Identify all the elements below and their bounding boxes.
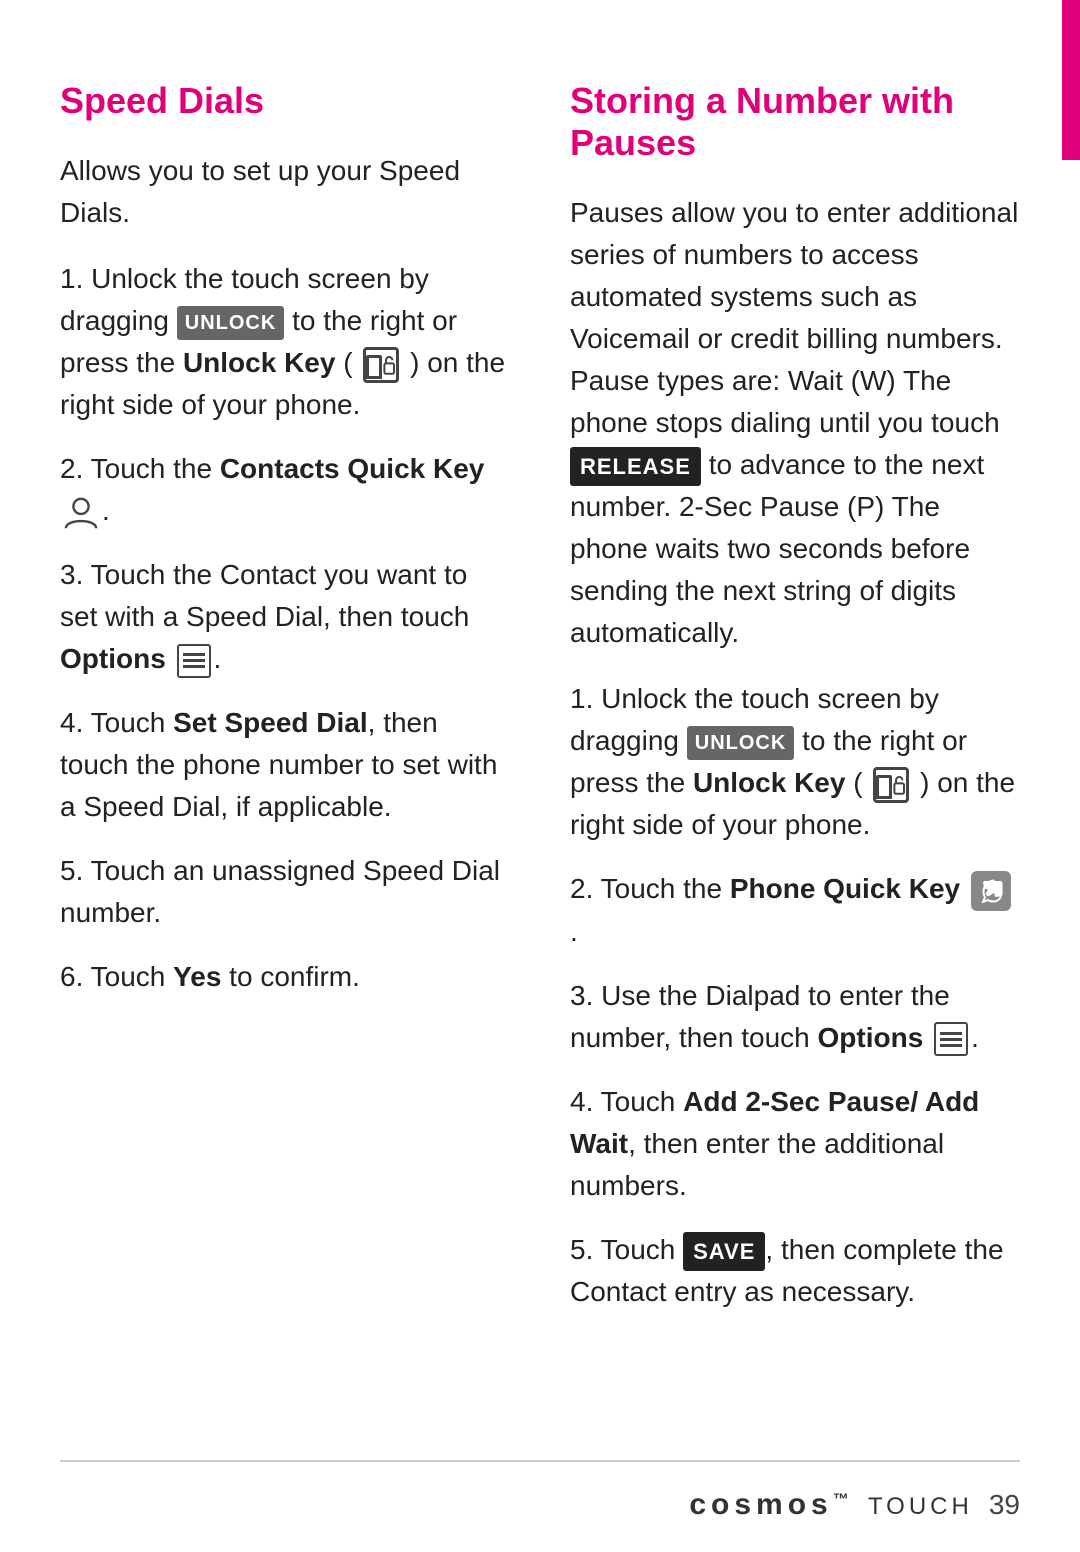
options-icon-2 <box>934 1022 968 1056</box>
save-badge: SAVE <box>683 1232 765 1271</box>
list-item: 4. Touch Set Speed Dial, then touch the … <box>60 702 510 828</box>
brand-text: cosmos™ TOUCH <box>689 1488 973 1522</box>
speed-dials-intro: Allows you to set up your Speed Dials. <box>60 150 510 234</box>
left-column: Speed Dials Allows you to set up your Sp… <box>60 80 510 1335</box>
list-item: 6. Touch Yes to confirm. <box>60 956 510 998</box>
step-number: 3. Use the Dialpad to enter the number, … <box>570 980 979 1053</box>
list-item: 5. Touch an unassigned Speed Dial number… <box>60 850 510 934</box>
list-item: 5. Touch SAVE, then complete the Contact… <box>570 1229 1020 1313</box>
phone-quick-key-icon <box>971 871 1011 911</box>
trade-mark: ™ <box>833 1491 852 1508</box>
storing-intro: Pauses allow you to enter additional ser… <box>570 192 1020 654</box>
list-item: 4. Touch Add 2-Sec Pause/ Add Wait, then… <box>570 1081 1020 1207</box>
product-name: TOUCH <box>858 1493 973 1520</box>
storing-list: 1. Unlock the touch screen by dragging U… <box>570 678 1020 1313</box>
contacts-icon <box>62 494 100 532</box>
list-item: 2. Touch the Phone Quick Key . <box>570 868 1020 953</box>
list-item: 2. Touch the Contacts Quick Key . <box>60 448 510 532</box>
step-number: 5. Touch an unassigned Speed Dial number… <box>60 855 500 928</box>
step-number: 1. Unlock the touch screen by dragging U… <box>570 683 1015 840</box>
list-item: 1. Unlock the touch screen by dragging U… <box>60 258 510 426</box>
list-item: 1. Unlock the touch screen by dragging U… <box>570 678 1020 846</box>
bottom-divider <box>60 1460 1020 1462</box>
release-badge: RELEASE <box>570 447 701 486</box>
right-column: Storing a Number with Pauses Pauses allo… <box>570 80 1020 1335</box>
speed-dials-list: 1. Unlock the touch screen by dragging U… <box>60 258 510 998</box>
accent-bar <box>1062 0 1080 160</box>
step-number: 5. Touch SAVE, then complete the Contact… <box>570 1234 1004 1307</box>
page-container: Speed Dials Allows you to set up your Sp… <box>0 0 1080 1552</box>
unlock-key-icon <box>363 347 399 383</box>
storing-heading: Storing a Number with Pauses <box>570 80 1020 164</box>
step-number: 1. Unlock the touch screen by dragging U… <box>60 263 505 420</box>
cosmos-logo: cosmos <box>689 1488 832 1521</box>
list-item: 3. Use the Dialpad to enter the number, … <box>570 975 1020 1059</box>
unlock-badge-2: UNLOCK <box>687 726 795 760</box>
unlock-badge: UNLOCK <box>177 306 285 340</box>
step-number: 2. Touch the Contacts Quick Key . <box>60 453 484 526</box>
unlock-key-icon-2 <box>873 767 909 803</box>
step-number: 3. Touch the Contact you want to set wit… <box>60 559 469 674</box>
columns: Speed Dials Allows you to set up your Sp… <box>60 80 1020 1335</box>
speed-dials-heading: Speed Dials <box>60 80 510 122</box>
step-number: 4. Touch Set Speed Dial, then touch the … <box>60 707 497 822</box>
footer: cosmos™ TOUCH 39 <box>0 1488 1080 1522</box>
step-number: 4. Touch Add 2-Sec Pause/ Add Wait, then… <box>570 1086 979 1201</box>
step-number: 2. Touch the Phone Quick Key . <box>570 873 1014 947</box>
page-number: 39 <box>989 1489 1020 1521</box>
step-number: 6. Touch Yes to confirm. <box>60 961 360 992</box>
list-item: 3. Touch the Contact you want to set wit… <box>60 554 510 680</box>
options-icon <box>177 644 211 678</box>
